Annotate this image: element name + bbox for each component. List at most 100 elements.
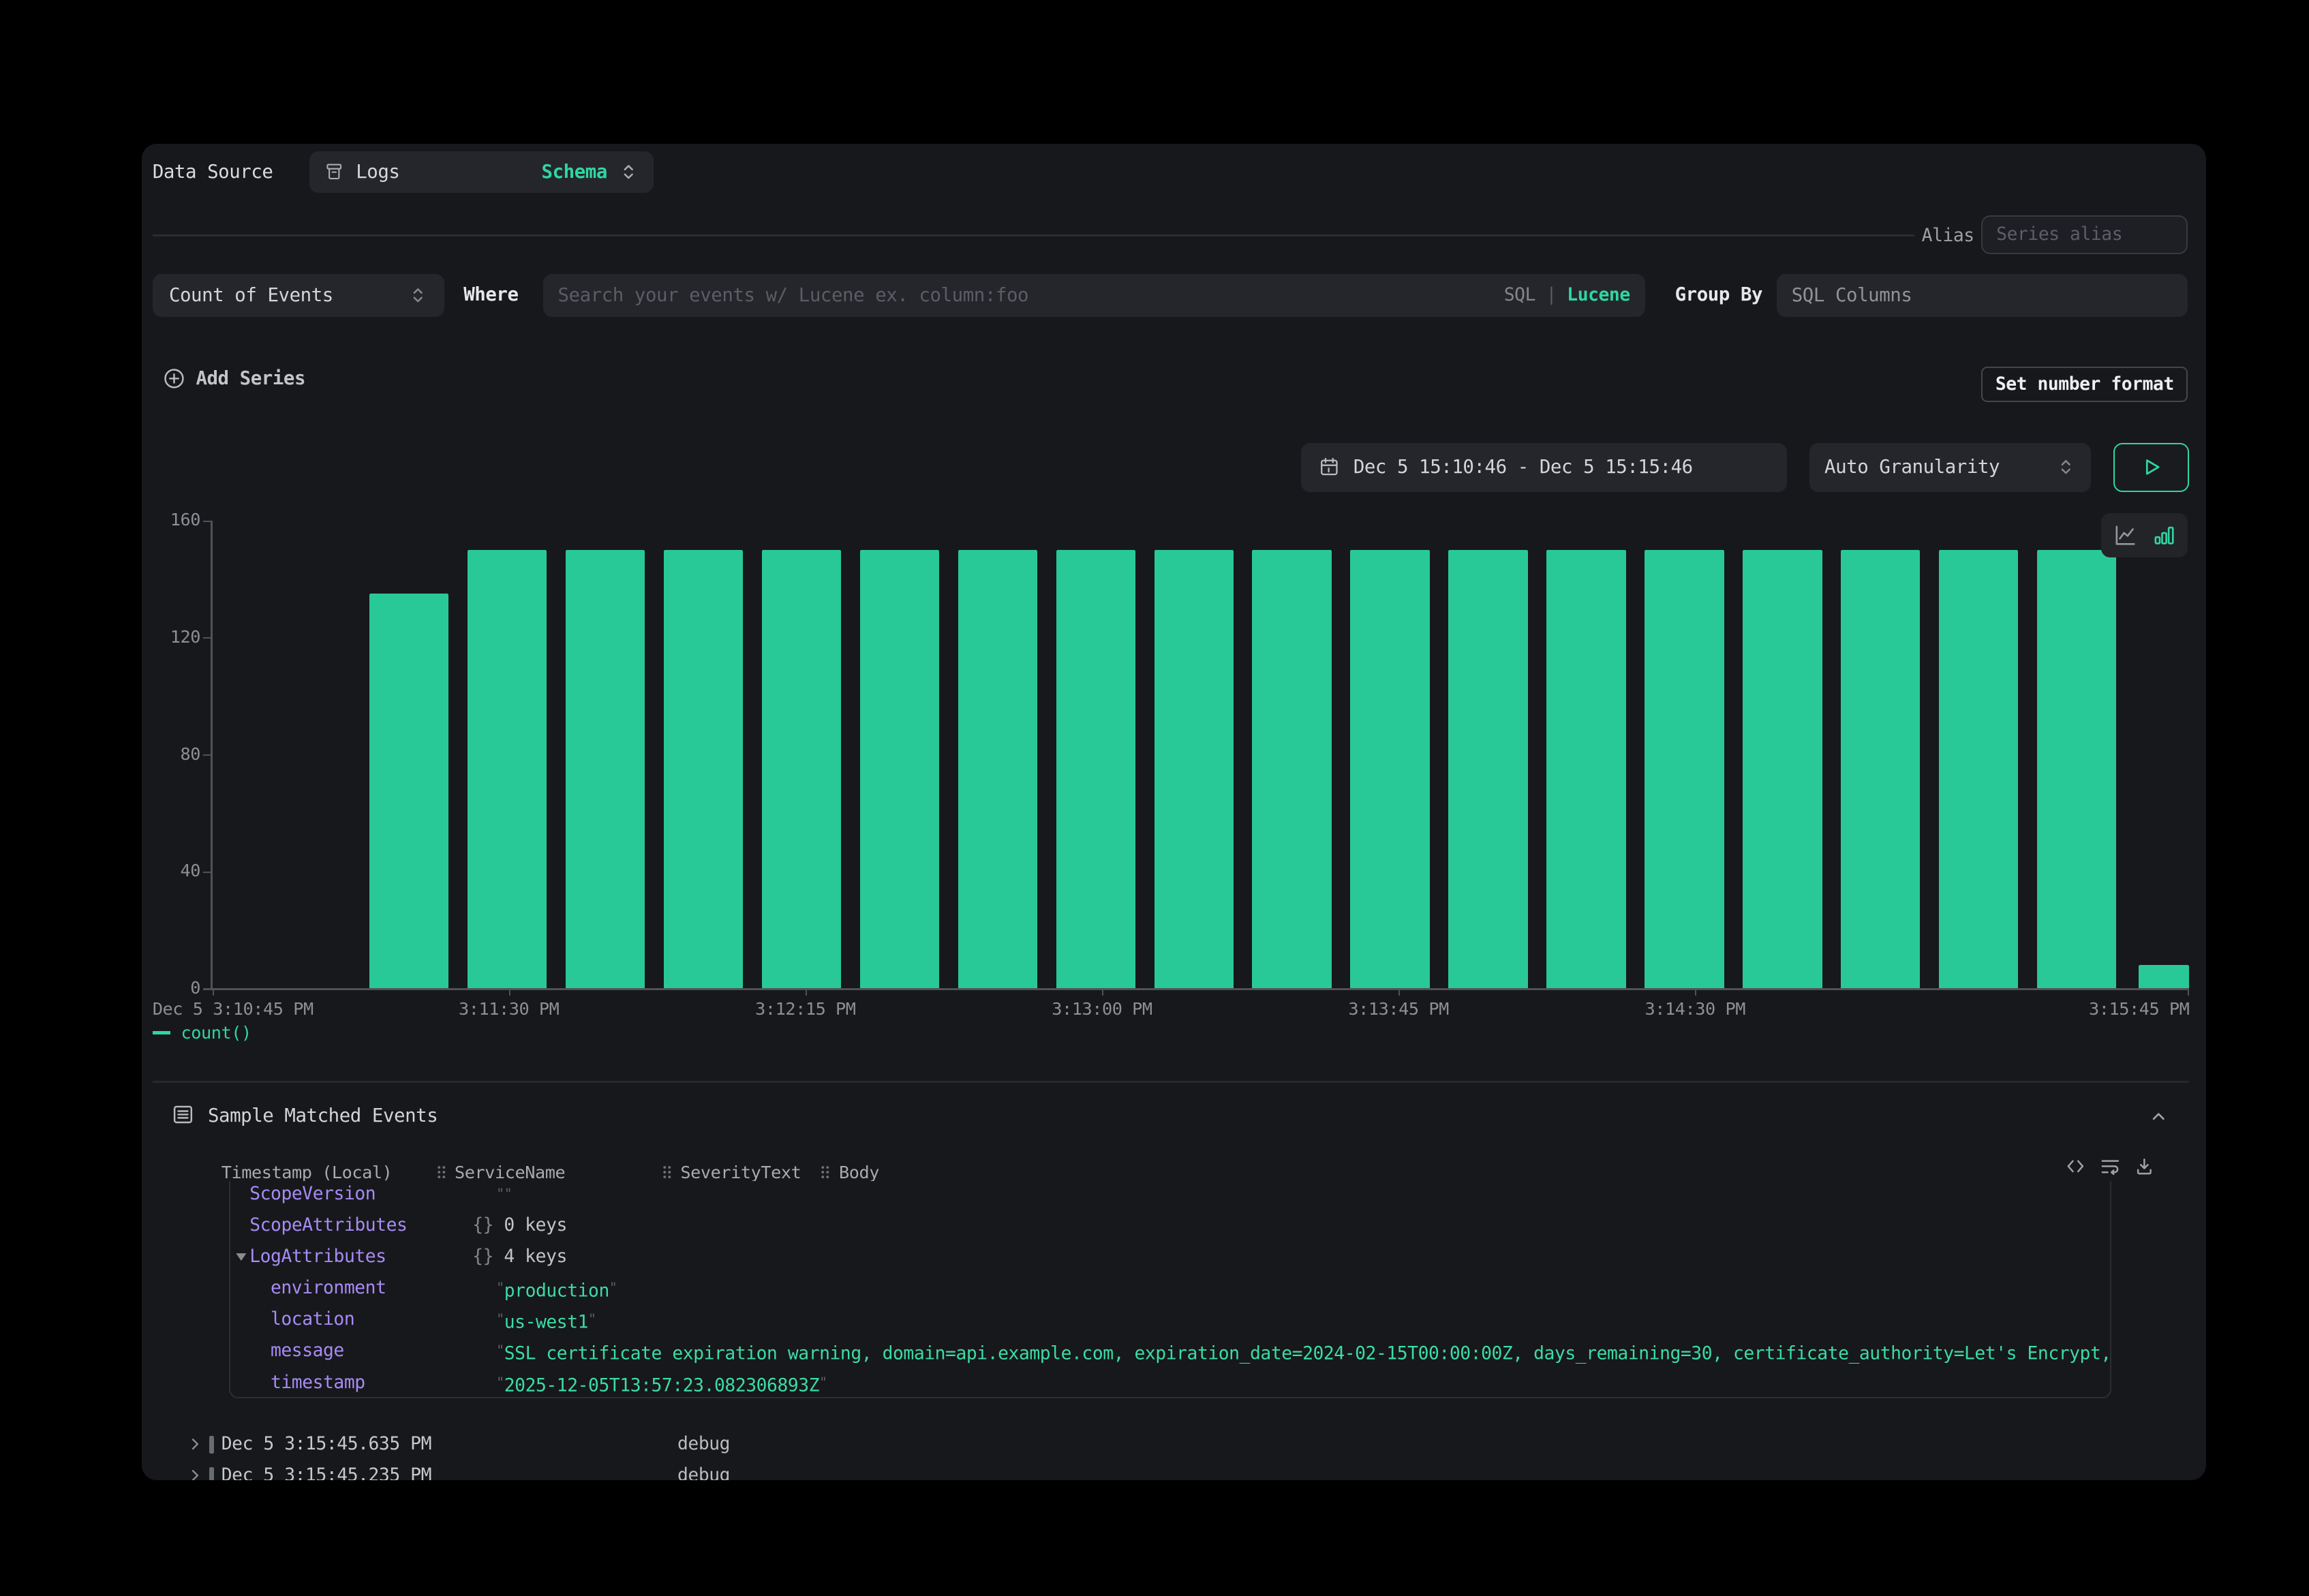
x-axis-tick [806, 990, 807, 996]
attribute-value: {} 4 keys [472, 1241, 2107, 1272]
column-header-severitytext[interactable]: SeverityText [661, 1162, 801, 1183]
log-attribute-row[interactable]: ScopeAttributes {} 0 keys [230, 1210, 2111, 1241]
chevron-up-icon[interactable] [2149, 1107, 2169, 1126]
time-range-picker[interactable]: Dec 5 15:10:46 - Dec 5 15:15:46 [1301, 443, 1787, 492]
severity-bar [209, 1436, 214, 1454]
chevron-right-icon[interactable] [187, 1436, 203, 1452]
code-icon[interactable] [2065, 1156, 2086, 1177]
play-icon [2140, 456, 2162, 478]
chart-bar[interactable] [1448, 550, 1527, 989]
bar-chart-plot-area: 04080120160Dec 5 3:10:45 PM3:11:30 PM3:1… [213, 521, 2190, 989]
chevron-right-icon[interactable] [187, 1467, 203, 1481]
run-query-button[interactable] [2113, 443, 2190, 492]
list-icon [172, 1103, 194, 1126]
search-input[interactable] [557, 285, 1492, 306]
wrap-text-icon[interactable] [2100, 1156, 2121, 1177]
chart-bar[interactable] [369, 594, 448, 989]
time-range-value: Dec 5 15:10:46 - Dec 5 15:15:46 [1354, 457, 1693, 478]
table-row[interactable]: Dec 5 3:15:45.635 PMdebug [142, 1432, 2205, 1456]
log-attribute-row[interactable]: LogAttributes{} 4 keys [230, 1241, 2111, 1272]
plus-circle-icon [163, 367, 185, 390]
key-count: 4 keys [493, 1246, 567, 1267]
group-by-label: Group By [1675, 284, 1763, 305]
x-axis-tick-label: Dec 5 3:10:45 PM [153, 999, 314, 1019]
chart-bar[interactable] [762, 550, 841, 989]
chart-legend: count() [153, 1023, 251, 1043]
y-axis-tick-label: 40 [144, 861, 200, 882]
y-axis-tick-label: 80 [144, 744, 200, 765]
alias-input[interactable] [1996, 224, 2173, 245]
column-header-body[interactable]: Body [819, 1162, 879, 1183]
log-attribute-row[interactable]: ScopeVersion "" [230, 1181, 2111, 1210]
log-attribute-row[interactable]: message"SSL certificate expiration warni… [230, 1335, 2111, 1366]
line-chart-icon[interactable] [2113, 523, 2137, 547]
set-number-format-button[interactable]: Set number format [1981, 367, 2188, 403]
page-background: { "colors": { "accent_green_text": "#2fd… [0, 0, 2309, 1595]
chart-bar[interactable] [860, 550, 939, 989]
alias-label: Alias [1922, 226, 1974, 246]
add-series-button[interactable]: Add Series [163, 363, 305, 393]
x-axis-tick-label: 3:15:45 PM [2089, 999, 2189, 1019]
attribute-key: ScopeAttributes [249, 1210, 407, 1241]
group-by-input-wrap [1777, 274, 2188, 318]
bar-chart-icon[interactable] [2152, 523, 2176, 547]
chart-bar[interactable] [2037, 550, 2116, 989]
chart-bar[interactable] [1939, 550, 2018, 989]
quote-mark: " [496, 1311, 504, 1327]
column-header-timestamp[interactable]: Timestamp (Local) [221, 1162, 393, 1183]
attribute-key: message [271, 1335, 344, 1366]
expanded-log-attributes-panel: ScopeVersion""ScopeAttributes{} 0 keysLo… [229, 1181, 2112, 1398]
group-by-input[interactable] [1792, 285, 2173, 306]
aggregation-select[interactable]: Count of Events [153, 274, 444, 318]
data-source-select[interactable]: Logs Schema [309, 151, 654, 193]
chart-bar[interactable] [1743, 550, 1822, 989]
granularity-select[interactable]: Auto Granularity [1809, 443, 2091, 492]
chart-bar[interactable] [1350, 550, 1429, 989]
quote-mark: " [588, 1311, 596, 1327]
attribute-value: "" [496, 1181, 2107, 1212]
divider [153, 1081, 2190, 1082]
chart-bar[interactable] [664, 550, 743, 989]
log-attribute-row[interactable]: timestamp"2025-12-05T13:57:23.082306893Z… [230, 1367, 2111, 1398]
y-axis-tick-label: 120 [144, 627, 200, 648]
sql-option[interactable]: SQL [1504, 285, 1535, 305]
x-axis-tick [2188, 990, 2189, 996]
column-header-servicename[interactable]: ServiceName [435, 1162, 566, 1183]
drag-handle-icon[interactable] [661, 1164, 673, 1180]
chart-bar[interactable] [566, 550, 645, 989]
attribute-value: {} 0 keys [472, 1210, 2107, 1241]
log-attribute-row[interactable]: location"us-west1" [230, 1304, 2111, 1335]
sample-events-title: Sample Matched Events [208, 1105, 438, 1128]
attribute-key: timestamp [271, 1367, 365, 1398]
quote-mark: " [496, 1375, 504, 1390]
chart-bar[interactable] [1645, 550, 1724, 989]
where-label: Where [463, 284, 518, 305]
chart-bar[interactable] [1841, 550, 1920, 989]
chart-bar[interactable] [1154, 550, 1234, 989]
chart-bar[interactable] [468, 550, 547, 989]
add-series-label: Add Series [196, 368, 305, 389]
drag-handle-icon[interactable] [819, 1164, 831, 1180]
chart-bar[interactable] [1056, 550, 1135, 989]
log-attribute-row[interactable]: environment"production" [230, 1272, 2111, 1304]
chart-bar[interactable] [2139, 965, 2190, 988]
chart-bar[interactable] [1546, 550, 1625, 989]
chart-bar[interactable] [958, 550, 1037, 989]
sql-lucene-toggle[interactable]: SQL | Lucene [1504, 285, 1630, 305]
attribute-value: "production" [496, 1272, 2107, 1307]
chart-bar[interactable] [1252, 550, 1331, 989]
chart-type-toggle [2101, 513, 2188, 558]
collapse-triangle-icon[interactable] [234, 1250, 248, 1263]
row-timestamp: Dec 5 3:15:45.235 PM [221, 1464, 431, 1480]
string-value: us-west1 [504, 1313, 588, 1333]
attribute-key: ScopeVersion [249, 1181, 376, 1210]
chart-explorer-card: Data Source Logs Schema Alias Count of E… [142, 144, 2205, 1481]
data-source-label: Data Source [153, 162, 273, 183]
lucene-option[interactable]: Lucene [1567, 285, 1630, 305]
drag-handle-icon[interactable] [435, 1164, 448, 1180]
key-count: 0 keys [493, 1215, 567, 1236]
quote-mark: " [496, 1342, 504, 1358]
chevron-updown-icon [619, 162, 639, 182]
table-row[interactable]: Dec 5 3:15:45.235 PMdebug [142, 1464, 2205, 1480]
download-icon[interactable] [2134, 1156, 2155, 1177]
